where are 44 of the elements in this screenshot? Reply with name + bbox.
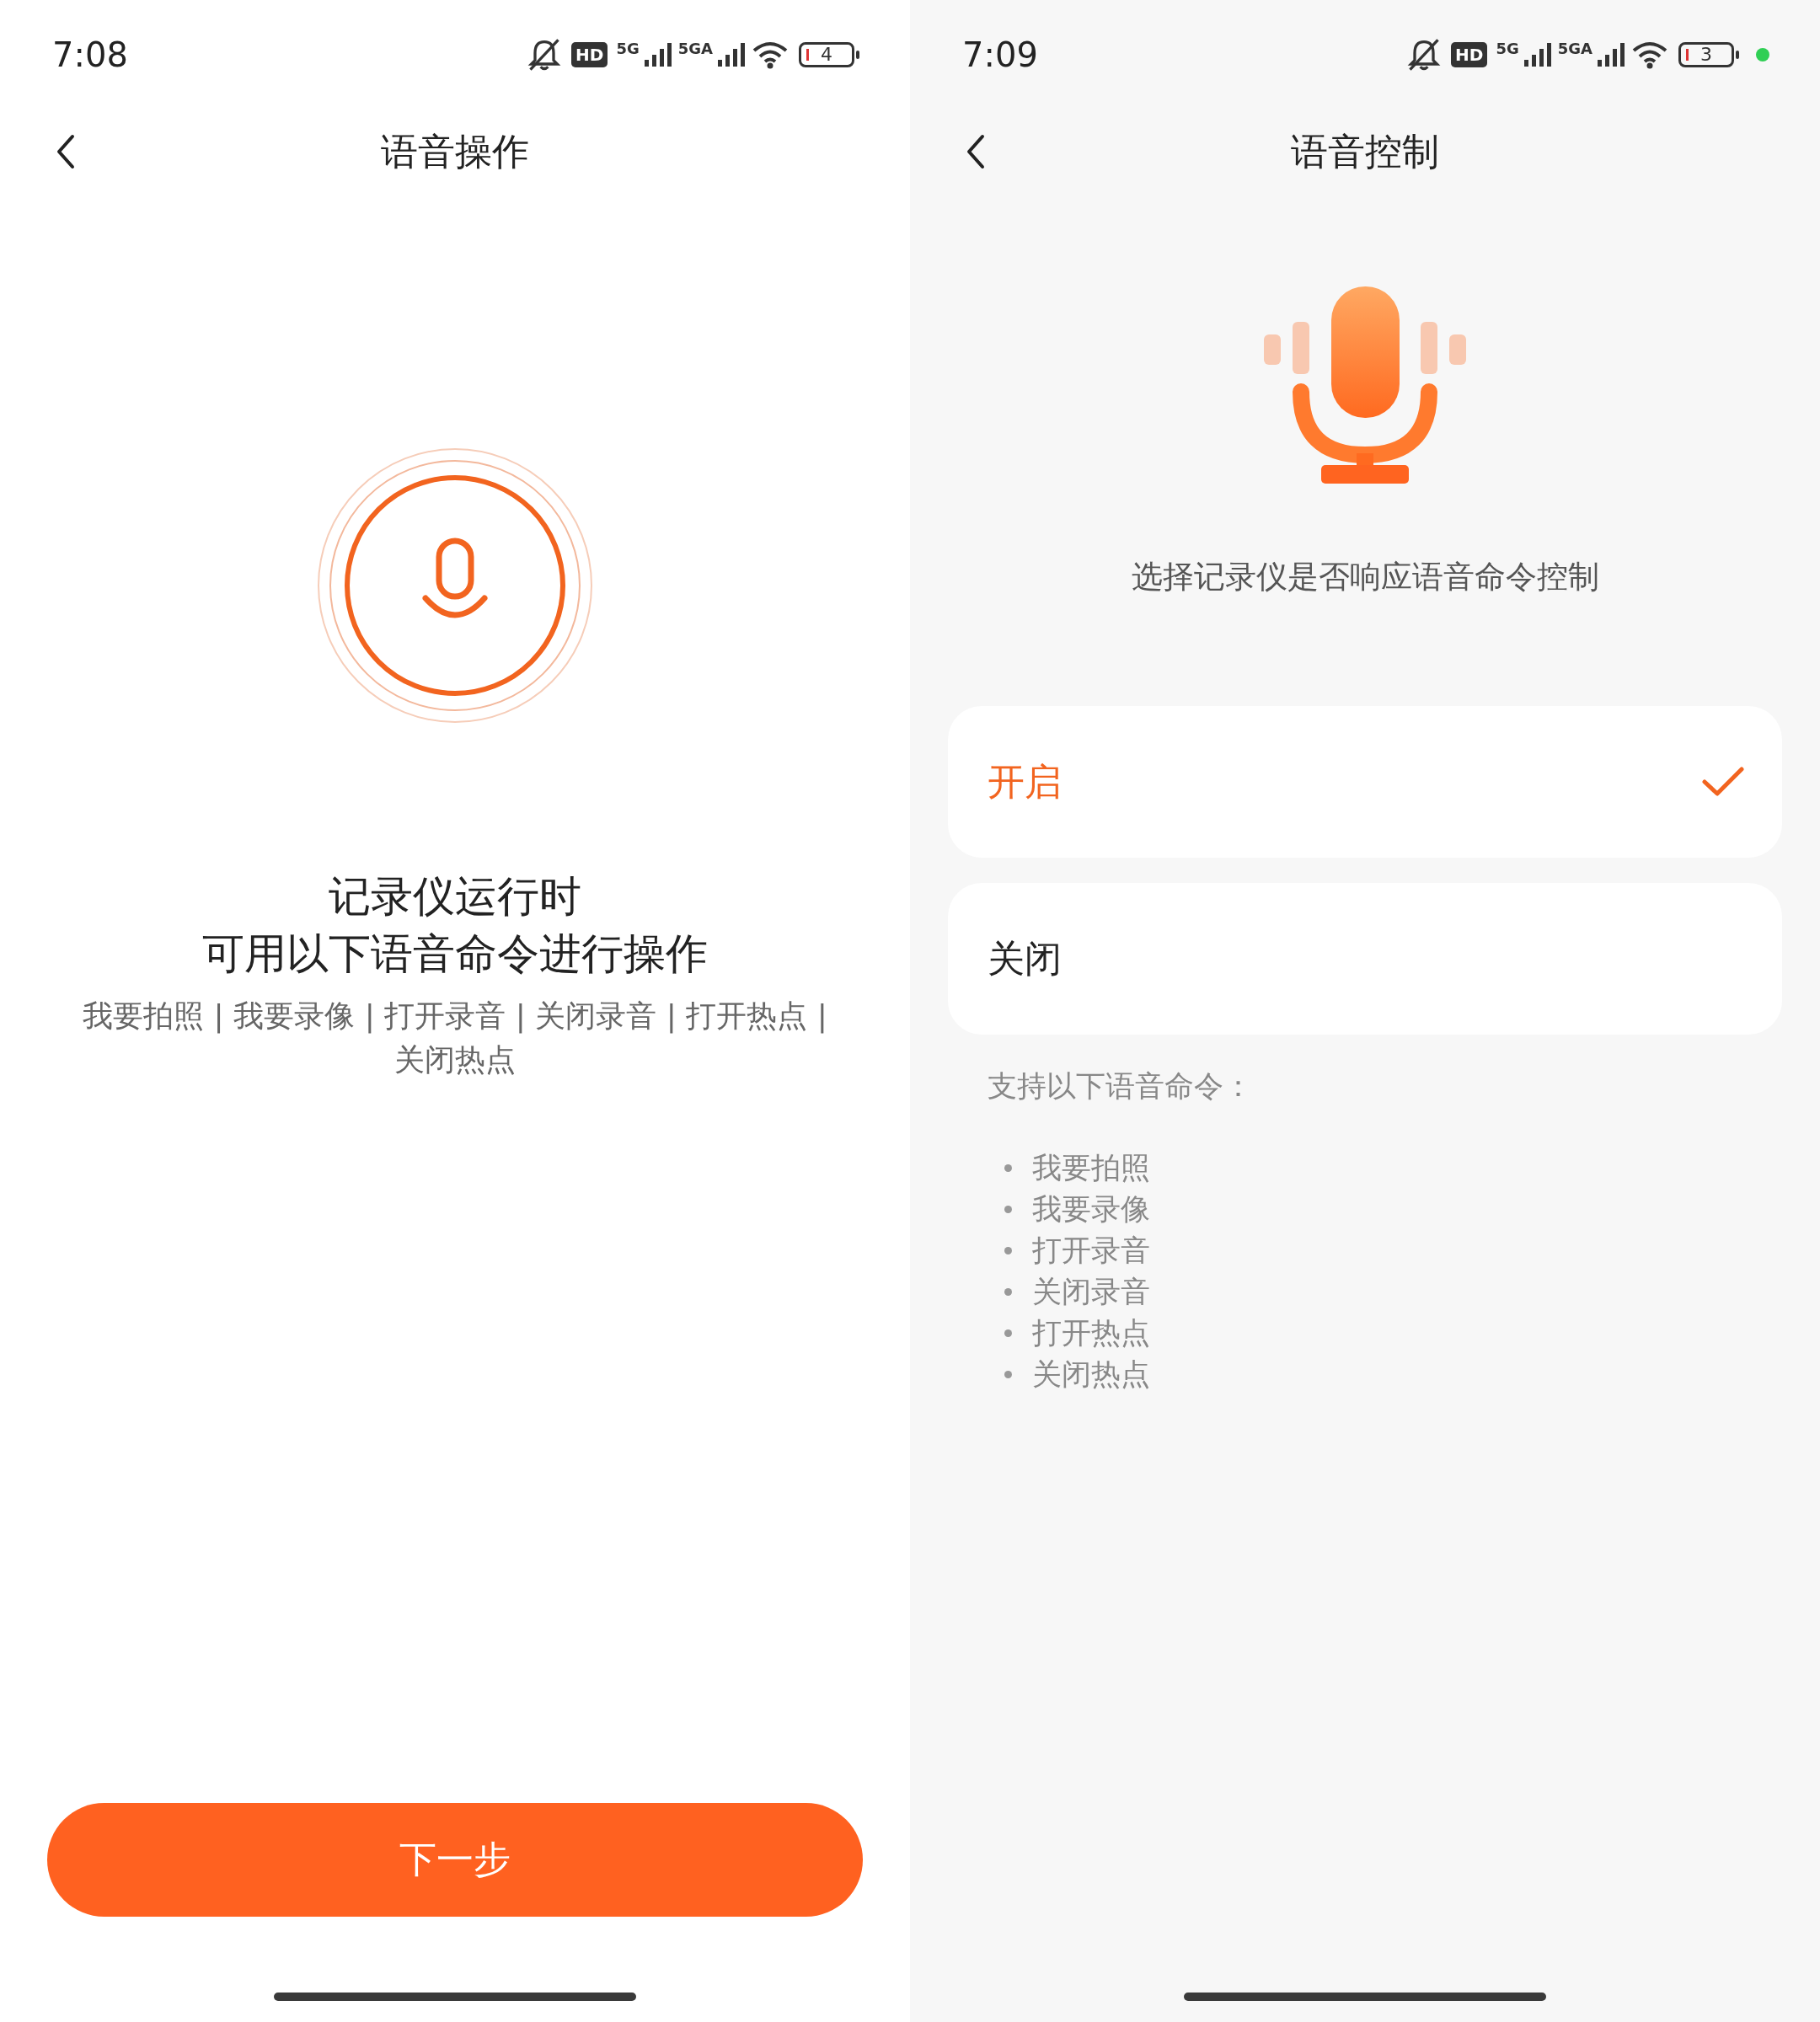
hd-badge: HD (571, 42, 608, 67)
battery-level: 4 (821, 45, 832, 64)
description-text: 选择记录仪是否响应语音命令控制 (1131, 558, 1599, 596)
signal-icon (1598, 43, 1626, 67)
command-list-text: 我要拍照 | 我要录像 | 打开录音 | 关闭录音 | 打开热点 | 关闭热点 (82, 998, 828, 1078)
option-item[interactable]: 开启 (948, 706, 1782, 858)
command-text: 打开热点 (1032, 1315, 1150, 1351)
network-label: 5GA (677, 40, 713, 57)
checkmark-icon (1702, 767, 1744, 797)
option-label: 开启 (988, 758, 1062, 805)
wifi-icon (752, 40, 789, 69)
status-time: 7:09 (962, 35, 1038, 74)
headline-text: 记录仪运行时 (329, 871, 581, 923)
command-text: 关闭热点 (1032, 1356, 1150, 1393)
signal-icon (644, 43, 673, 67)
network-label: 5G (1496, 40, 1519, 57)
wifi-icon (1631, 40, 1668, 69)
back-icon[interactable] (966, 133, 986, 170)
network-label: 5GA (1557, 40, 1592, 57)
hd-badge: HD (1451, 42, 1488, 67)
status-time: 7:08 (52, 35, 128, 74)
headline-text: 可用以下语音命令进行操作 (202, 928, 708, 980)
command-text: 关闭录音 (1032, 1274, 1150, 1310)
signal-icon (1523, 43, 1553, 67)
page-title: 语音控制 (1291, 128, 1439, 174)
option-label: 关闭 (988, 935, 1062, 982)
command-text: 打开录音 (1032, 1233, 1150, 1269)
bullet-icon (1004, 1206, 1012, 1213)
bullet-icon (1004, 1164, 1012, 1172)
signal-icon (718, 43, 747, 67)
bullet-icon (1004, 1371, 1012, 1378)
next-step-button[interactable]: 下一步 (47, 1803, 863, 1917)
bullet-icon (1004, 1329, 1012, 1337)
bullet-icon (1004, 1247, 1012, 1254)
page-title: 语音操作 (381, 128, 529, 174)
support-label: 支持以下语音命令： (988, 1068, 1253, 1105)
back-icon[interactable] (56, 133, 76, 170)
option-item[interactable]: 关闭 (948, 883, 1782, 1035)
microphone-ring-icon[interactable] (316, 447, 594, 725)
command-text: 我要拍照 (1032, 1150, 1150, 1186)
network-label: 5G (616, 40, 640, 57)
bullet-icon (1004, 1288, 1012, 1296)
command-text: 我要录像 (1032, 1191, 1150, 1228)
battery-level: 3 (1700, 45, 1712, 64)
